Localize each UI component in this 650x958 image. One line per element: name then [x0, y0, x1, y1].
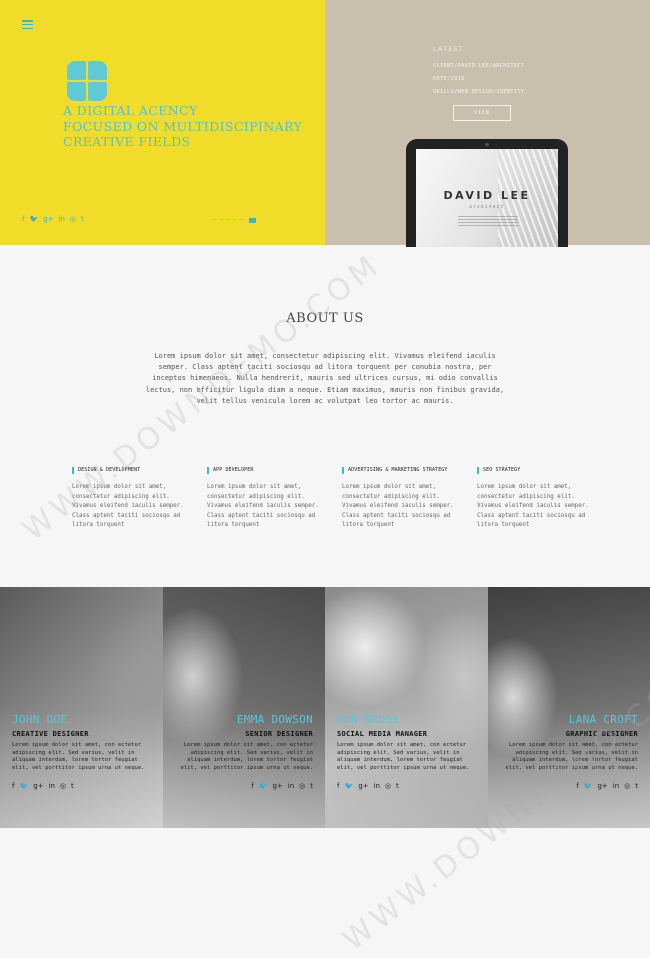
twitter-icon[interactable]: 🐦 [29, 215, 38, 223]
facebook-icon[interactable]: f [12, 782, 14, 790]
team-member-card[interactable]: JOHN DOE CREATIVE DESIGNER Lorem ipsum d… [0, 587, 163, 828]
member-bio: Lorem ipsum dolor sit amet, con ectetur … [175, 742, 314, 772]
twitter-icon[interactable]: 🐦 [344, 782, 353, 790]
linkedin-icon[interactable]: in [288, 782, 294, 790]
service-title: SEO STRATEGY [477, 467, 592, 474]
tagline-line: A DIGITAL ACENCY [63, 103, 302, 119]
google-plus-icon[interactable]: g+ [43, 215, 53, 223]
tagline-line: FOCUSED ON MULTIDISCIPINARY [63, 119, 302, 135]
tumblr-icon[interactable]: t [396, 782, 399, 790]
service-item: APP DEVELOPER Lorem ipsum dolor sit amet… [207, 467, 322, 531]
service-title: APP DEVELOPER [207, 467, 322, 474]
member-name: EMMA DOWSON [175, 713, 314, 726]
tablet-screen: DAVID LEE architect [416, 149, 558, 247]
latest-date: DATE/2016 [433, 73, 524, 86]
twitter-icon[interactable]: 🐦 [259, 782, 268, 790]
member-social-links: f 🐦 g+ in ◎ t [12, 782, 151, 790]
services-list: DESIGN & DEVELOPMENT Lorem ipsum dolor s… [72, 467, 592, 531]
team-member-card[interactable]: RON BROSS SOCIAL MEDIA MANAGER Lorem ips… [325, 587, 488, 828]
facebook-icon[interactable]: f [22, 215, 24, 223]
tumblr-icon[interactable]: t [310, 782, 313, 790]
tablet-mockup: DAVID LEE architect [406, 139, 568, 247]
view-project-button[interactable]: VIEW [453, 105, 511, 121]
hero-social-links: f 🐦 g+ in ◎ t [22, 215, 84, 223]
agency-logo[interactable] [67, 61, 107, 101]
facebook-icon[interactable]: f [337, 782, 339, 790]
facebook-icon[interactable]: f [251, 782, 253, 790]
tumblr-icon[interactable]: t [71, 782, 74, 790]
twitter-icon[interactable]: 🐦 [584, 782, 593, 790]
linkedin-icon[interactable]: in [613, 782, 619, 790]
service-item: ADVERTISING & MARKETING STRATEGY Lorem i… [342, 467, 457, 531]
footer-area [0, 828, 650, 893]
dribbble-icon[interactable]: ◎ [624, 782, 630, 790]
linkedin-icon[interactable]: in [49, 782, 55, 790]
dribbble-icon[interactable]: ◎ [299, 782, 305, 790]
member-name: JOHN DOE [12, 713, 151, 726]
service-text: Lorem ipsum dolor sit amet, consectetur … [207, 483, 322, 531]
linkedin-icon[interactable]: in [374, 782, 380, 790]
team-member-card[interactable]: EMMA DOWSON SENIOR DESIGNER Lorem ipsum … [163, 587, 326, 828]
tablet-subtitle: architect [416, 204, 558, 209]
member-bio: Lorem ipsum dolor sit amet, con ectetur … [12, 742, 151, 772]
google-plus-icon[interactable]: g+ [597, 782, 607, 790]
tablet-title: DAVID LEE [416, 189, 558, 202]
dribbble-icon[interactable]: ◎ [385, 782, 391, 790]
service-text: Lorem ipsum dolor sit amet, consectetur … [342, 483, 457, 531]
member-name: RON BROSS [337, 713, 476, 726]
tagline-line: CREATIVE FIELDS [63, 134, 302, 150]
hero-contact: — — — — — [213, 217, 256, 223]
member-social-links: f 🐦 g+ in ◎ t [337, 782, 476, 790]
service-text: Lorem ipsum dolor sit amet, consectetur … [477, 483, 592, 531]
latest-project-details: CLIENT/DAVID LEE/ARCHITECT DATE/2016 SKI… [433, 60, 524, 99]
member-social-links: f 🐦 g+ in ◎ t [175, 782, 314, 790]
latest-skills: SKILLS/WEB DESIGN/IDENTITY [433, 86, 524, 99]
member-info: RON BROSS SOCIAL MEDIA MANAGER Lorem ips… [337, 713, 476, 790]
hero-tagline: A DIGITAL ACENCY FOCUSED ON MULTIDISCIPI… [63, 103, 302, 150]
contact-text: — — — — — [213, 217, 243, 223]
tablet-camera-icon [485, 143, 489, 146]
service-item: SEO STRATEGY Lorem ipsum dolor sit amet,… [477, 467, 592, 531]
linkedin-icon[interactable]: in [59, 215, 65, 223]
google-plus-icon[interactable]: g+ [33, 782, 43, 790]
tablet-body-text [458, 216, 518, 228]
member-info: EMMA DOWSON SENIOR DESIGNER Lorem ipsum … [175, 713, 314, 790]
dribbble-icon[interactable]: ◎ [60, 782, 66, 790]
member-role: CREATIVE DESIGNER [12, 730, 151, 738]
member-role: SENIOR DESIGNER [175, 730, 314, 738]
member-role: SOCIAL MEDIA MANAGER [337, 730, 476, 738]
hamburger-menu-icon[interactable] [22, 20, 33, 29]
service-title: ADVERTISING & MARKETING STRATEGY [342, 467, 457, 474]
latest-client: CLIENT/DAVID LEE/ARCHITECT [433, 60, 524, 73]
latest-label: LATEST [433, 45, 464, 53]
google-plus-icon[interactable]: g+ [272, 782, 282, 790]
tumblr-icon[interactable]: t [81, 215, 84, 223]
dribbble-icon[interactable]: ◎ [70, 215, 76, 223]
member-info: JOHN DOE CREATIVE DESIGNER Lorem ipsum d… [12, 713, 151, 790]
tumblr-icon[interactable]: t [635, 782, 638, 790]
member-bio: Lorem ipsum dolor sit amet, con ectetur … [337, 742, 476, 772]
twitter-icon[interactable]: 🐦 [19, 782, 28, 790]
google-plus-icon[interactable]: g+ [358, 782, 368, 790]
mail-icon[interactable] [249, 218, 256, 223]
